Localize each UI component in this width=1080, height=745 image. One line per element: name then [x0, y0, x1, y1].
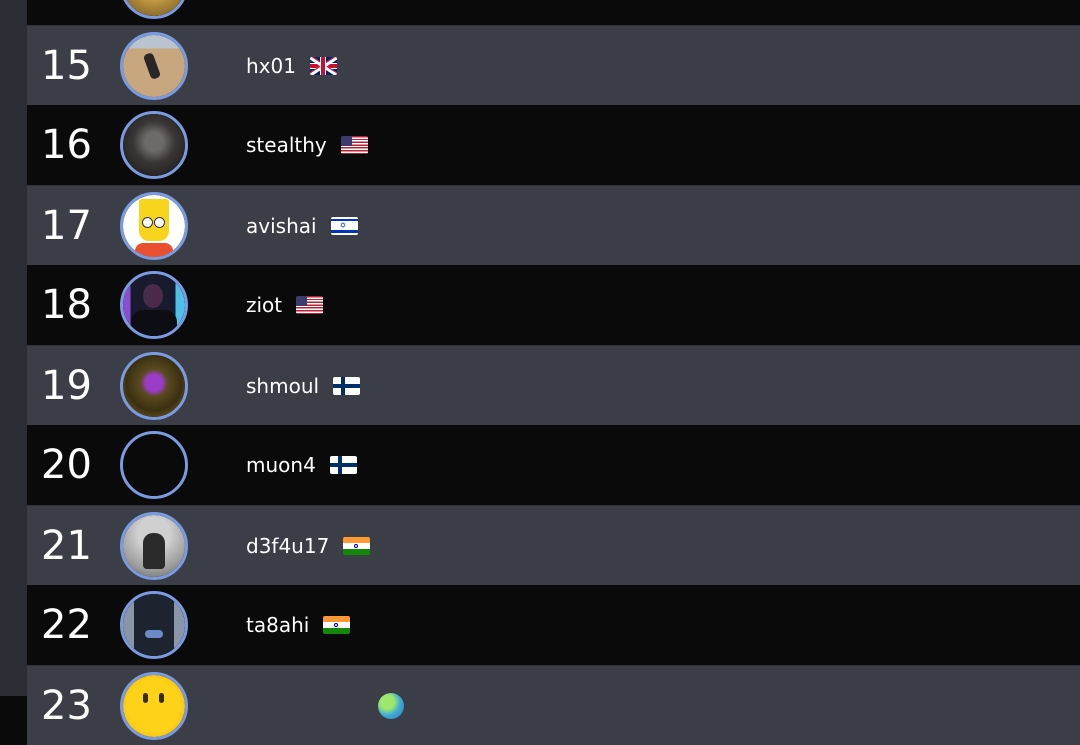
avatar[interactable] [120, 672, 188, 740]
finland-flag-icon [329, 456, 357, 474]
avatar[interactable] [120, 0, 188, 19]
leaderboard-row[interactable]: 21 d3f4u17 [27, 505, 1080, 585]
username[interactable]: avishai ✡ [246, 216, 358, 236]
leaderboard-row[interactable]: 18 ziot [27, 265, 1080, 345]
india-flag-icon [323, 616, 351, 634]
globe-icon [378, 692, 404, 719]
sidebar [0, 0, 27, 696]
rank-number: 23 [41, 682, 92, 729]
rank-number: 20 [41, 442, 92, 488]
username-text: hx01 [246, 53, 296, 78]
leaderboard-row[interactable]: 14 [27, 0, 1080, 25]
rank-number: 21 [41, 522, 92, 569]
username[interactable]: shmoul [246, 373, 361, 398]
username-text: ta8ahi [246, 613, 310, 637]
leaderboard-row[interactable]: 23 [27, 665, 1080, 745]
avatar[interactable] [120, 591, 188, 659]
rank-number: 19 [41, 362, 92, 409]
us-flag-icon [296, 296, 324, 314]
finland-flag-icon [333, 376, 361, 395]
avatar[interactable] [120, 111, 188, 179]
avatar[interactable] [120, 352, 188, 420]
username[interactable]: ziot [246, 293, 324, 317]
leaderboard-row[interactable]: 15 hx01 [27, 25, 1080, 105]
india-flag-icon [343, 536, 371, 555]
username[interactable]: ta8ahi [246, 613, 351, 637]
leaderboard-row[interactable]: 20 muon4 [27, 425, 1080, 505]
leaderboard-row[interactable]: 22 ta8ahi [27, 585, 1080, 665]
username-text: ziot [246, 293, 283, 317]
avatar[interactable] [120, 192, 188, 260]
username[interactable]: muon4 [246, 455, 357, 475]
rank-number: 18 [41, 282, 92, 328]
username-text: d3f4u17 [246, 533, 330, 558]
username[interactable]: hx01 [246, 56, 337, 76]
rank-number: 16 [41, 122, 92, 168]
uk-flag-icon [309, 56, 337, 75]
leaderboard-row[interactable]: 19 shmoul [27, 345, 1080, 425]
username-text: stealthy [246, 133, 327, 157]
israel-flag-icon: ✡ [330, 216, 358, 235]
avatar[interactable] [120, 512, 188, 580]
leaderboard: 14 15 hx01 16 stealthy 17 [27, 0, 1080, 745]
rank-number: 22 [41, 602, 92, 648]
username-text: shmoul [246, 373, 320, 398]
rank-number: 15 [41, 42, 92, 89]
avatar[interactable] [120, 431, 188, 499]
avatar[interactable] [120, 32, 188, 100]
leaderboard-row[interactable]: 17 avishai ✡ [27, 185, 1080, 265]
avatar[interactable] [120, 271, 188, 339]
rank-number: 17 [41, 202, 92, 249]
leaderboard-row[interactable]: 16 stealthy [27, 105, 1080, 185]
username-text: muon4 [246, 453, 316, 477]
username[interactable] [246, 692, 404, 719]
us-flag-icon [340, 136, 368, 154]
username-text: avishai [246, 213, 317, 238]
username[interactable]: d3f4u17 [246, 533, 371, 558]
username[interactable]: stealthy [246, 135, 368, 155]
